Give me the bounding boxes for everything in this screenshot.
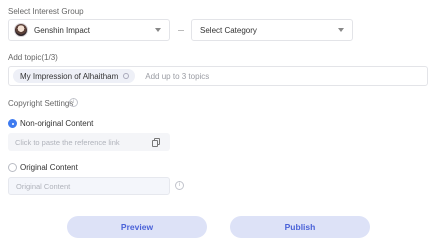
publish-button[interactable]: Publish bbox=[230, 216, 370, 238]
category-select[interactable]: Select Category bbox=[191, 19, 353, 41]
original-content-input[interactable]: Original Content bbox=[8, 177, 170, 195]
category-select-value: Select Category bbox=[200, 25, 257, 35]
game-select-value: Genshin Impact bbox=[34, 25, 91, 35]
reference-link-input[interactable]: Click to paste the reference link bbox=[8, 133, 170, 151]
game-select[interactable]: Genshin Impact bbox=[8, 19, 170, 41]
copyright-label: Copyright Settings bbox=[8, 99, 74, 108]
radio-non-original-label[interactable]: Non-original Content bbox=[20, 119, 93, 128]
game-avatar-icon bbox=[14, 23, 28, 37]
preview-button[interactable]: Preview bbox=[67, 216, 207, 238]
interest-group-label: Select Interest Group bbox=[8, 7, 84, 16]
info-icon[interactable]: i bbox=[69, 98, 78, 107]
remove-topic-icon[interactable] bbox=[123, 73, 130, 79]
radio-non-original[interactable] bbox=[8, 119, 17, 128]
radio-original[interactable] bbox=[8, 163, 17, 172]
topic-field[interactable]: My Impression of Alhaitham Add up to 3 t… bbox=[8, 66, 428, 86]
topic-chip-label: My Impression of Alhaitham bbox=[20, 71, 119, 81]
topic-chip[interactable]: My Impression of Alhaitham bbox=[13, 69, 136, 83]
info-icon[interactable]: i bbox=[175, 181, 184, 190]
topics-label: Add topic(1/3) bbox=[8, 53, 58, 62]
chevron-down-icon bbox=[338, 28, 344, 32]
topic-input[interactable]: Add up to 3 topics bbox=[145, 72, 209, 81]
separator-dash bbox=[178, 30, 184, 31]
chevron-down-icon bbox=[155, 28, 161, 32]
paste-icon[interactable] bbox=[152, 138, 161, 147]
radio-original-label[interactable]: Original Content bbox=[20, 163, 78, 172]
